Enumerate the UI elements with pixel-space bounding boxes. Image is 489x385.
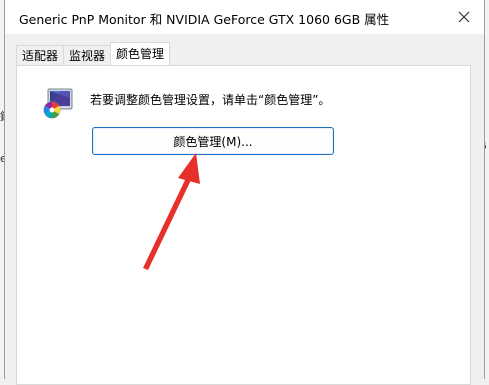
title-bar[interactable]: Generic PnP Monitor 和 NVIDIA GeForce GTX… [5,0,484,34]
tab-adapter[interactable]: 适配器 [16,45,65,65]
tab-panel-color-management: 若要调整颜色管理设置，请单击“颜色管理”。 颜色管理(M)... [16,65,471,385]
instruction-text: 若要调整颜色管理设置，请单击“颜色管理”。 [90,93,331,107]
tab-color-management[interactable]: 颜色管理 [110,42,171,65]
color-management-button[interactable]: 颜色管理(M)... [92,127,334,155]
close-icon [458,11,470,23]
color-management-icon [43,88,73,119]
dialog-title: Generic PnP Monitor 和 NVIDIA GeForce GTX… [19,12,390,27]
tab-strip: 适配器 监视器 颜色管理 [16,42,171,65]
tab-monitor[interactable]: 监视器 [63,45,112,65]
properties-dialog: Generic PnP Monitor 和 NVIDIA GeForce GTX… [4,0,485,385]
close-button[interactable] [450,4,478,30]
